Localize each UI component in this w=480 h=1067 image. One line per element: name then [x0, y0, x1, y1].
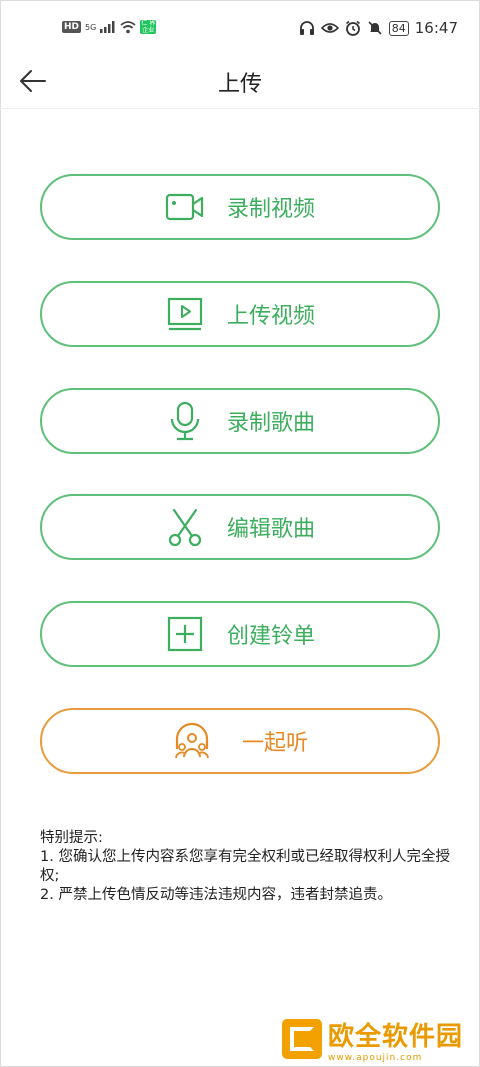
microphone-icon [165, 401, 205, 441]
wechat-badge-icon: 仁 界 企业 [140, 20, 157, 34]
hd-icon: HD [62, 21, 82, 33]
edit-song-label: 编辑歌曲 [226, 517, 315, 542]
wifi-icon [120, 20, 136, 33]
battery-icon: 84 [388, 20, 409, 36]
headphones-icon [299, 21, 314, 35]
top-bar: 上传 [0, 58, 480, 109]
watermark: 欧全软件园 www.apoujin.com [282, 1016, 472, 1063]
add-box-icon [165, 614, 205, 654]
record-video-button[interactable]: 录制视频 [40, 174, 440, 240]
play-screen-icon [165, 294, 205, 334]
alarm-icon [345, 20, 360, 36]
clock: 16:47 [414, 19, 458, 37]
upload-video-label: 上传视频 [226, 304, 315, 329]
mute-bell-icon [368, 21, 382, 35]
status-right: 84 16:47 [299, 19, 458, 37]
network-type: 5G [85, 22, 97, 32]
scissors-icon [165, 507, 205, 547]
record-song-label: 录制歌曲 [226, 411, 315, 436]
create-ringlist-button[interactable]: 创建铃单 [40, 601, 440, 667]
watermark-url: www.apoujin.com [328, 1052, 423, 1063]
notice-heading: 特别提示: [40, 830, 103, 846]
special-notice: 特别提示: 1. 您确认您上传内容系您享有完全权利或已经取得权利人完全授权; 2… [40, 829, 450, 905]
signal-icon [100, 21, 115, 33]
page-title: 上传 [217, 72, 262, 97]
listen-together-label: 一起听 [241, 731, 308, 756]
status-left: HD 5G 仁 界 企业 [62, 20, 157, 34]
create-ringlist-label: 创建铃单 [226, 624, 315, 649]
eye-icon [320, 23, 339, 33]
record-video-label: 录制视频 [226, 197, 315, 222]
edit-song-button[interactable]: 编辑歌曲 [40, 494, 440, 560]
record-song-button[interactable]: 录制歌曲 [40, 388, 440, 454]
video-camera-icon [165, 187, 205, 227]
listen-together-icon [172, 721, 212, 761]
notice-line-1: 1. 您确认您上传内容系您享有完全权利或已经取得权利人完全授权; [40, 849, 450, 884]
upload-video-button[interactable]: 上传视频 [40, 281, 440, 347]
status-bar: HD 5G 仁 界 企业 84 16:47 [0, 0, 480, 58]
watermark-logo-icon [282, 1019, 322, 1059]
listen-together-button[interactable]: 一起听 [40, 708, 440, 774]
watermark-name: 欧全软件园 [328, 1021, 464, 1052]
notice-line-2: 2. 严禁上传色情反动等违法违规内容，违者封禁追责。 [40, 887, 392, 903]
watermark-text: 欧全软件园 www.apoujin.com [328, 1016, 463, 1063]
